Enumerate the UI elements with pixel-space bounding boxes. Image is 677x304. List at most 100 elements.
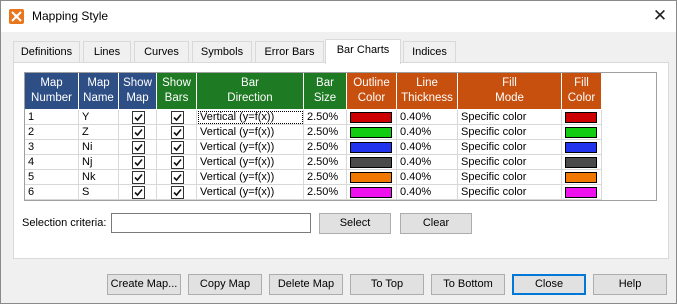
cell-map-name[interactable]: Y	[79, 110, 119, 125]
cell-bar-size[interactable]: 2.50%	[304, 185, 347, 200]
show-bars-cell[interactable]	[157, 110, 197, 125]
show-bars-cell[interactable]	[157, 185, 197, 200]
show-map-checkbox[interactable]	[132, 111, 145, 124]
cell-bar-direction[interactable]: Vertical (y=f(x))	[197, 140, 304, 155]
to-bottom-button[interactable]: To Bottom	[431, 274, 505, 295]
table-row[interactable]: 2 Z Vertical (y=f(x)) 2.50% 0.40% Specific co…	[25, 125, 656, 140]
cell-bar-direction[interactable]: Vertical (y=f(x))	[197, 185, 304, 200]
fill-color-swatch[interactable]	[565, 127, 597, 138]
cell-map-number[interactable]: 2	[25, 125, 79, 140]
show-map-cell[interactable]	[119, 170, 157, 185]
fill-color-swatch[interactable]	[565, 157, 597, 168]
fill-color-swatch[interactable]	[565, 112, 597, 123]
cell-map-name[interactable]: Z	[79, 125, 119, 140]
show-bars-checkbox[interactable]	[171, 111, 184, 124]
outline-color-swatch[interactable]	[350, 142, 392, 153]
outline-color-swatch[interactable]	[350, 127, 392, 138]
create-map-button[interactable]: Create Map...	[107, 274, 181, 295]
show-map-checkbox[interactable]	[132, 156, 145, 169]
tab-error-bars[interactable]: Error Bars	[255, 41, 324, 63]
cell-map-number[interactable]: 3	[25, 140, 79, 155]
cell-map-number[interactable]: 5	[25, 170, 79, 185]
outline-color-swatch[interactable]	[350, 187, 392, 198]
show-map-cell[interactable]	[119, 185, 157, 200]
show-bars-cell[interactable]	[157, 125, 197, 140]
fill-color-swatch[interactable]	[565, 142, 597, 153]
header-fill-color[interactable]: Fill Color	[562, 73, 602, 109]
show-map-checkbox[interactable]	[132, 186, 145, 199]
header-bar-size[interactable]: Bar Size	[304, 73, 347, 109]
cell-bar-size[interactable]: 2.50%	[304, 155, 347, 170]
cell-map-number[interactable]: 1	[25, 110, 79, 125]
tab-indices[interactable]: Indices	[403, 41, 456, 63]
cell-line-thickness[interactable]: 0.40%	[397, 125, 458, 140]
cell-line-thickness[interactable]: 0.40%	[397, 170, 458, 185]
fill-color-cell[interactable]	[562, 185, 602, 200]
show-map-cell[interactable]	[119, 125, 157, 140]
cell-fill-mode[interactable]: Specific color	[458, 170, 562, 185]
tab-lines[interactable]: Lines	[83, 41, 131, 63]
outline-color-cell[interactable]	[347, 185, 397, 200]
show-bars-cell[interactable]	[157, 155, 197, 170]
show-map-checkbox[interactable]	[132, 126, 145, 139]
cell-map-name[interactable]: Nj	[79, 155, 119, 170]
close-button[interactable]: Close	[512, 274, 586, 295]
cell-bar-direction[interactable]: Vertical (y=f(x))	[197, 125, 304, 140]
show-bars-checkbox[interactable]	[171, 186, 184, 199]
tab-bar-charts[interactable]: Bar Charts	[325, 39, 401, 64]
cell-bar-direction[interactable]: Vertical (y=f(x))	[197, 170, 304, 185]
to-top-button[interactable]: To Top	[350, 274, 424, 295]
cell-fill-mode[interactable]: Specific color	[458, 155, 562, 170]
fill-color-swatch[interactable]	[565, 172, 597, 183]
selection-criteria-input[interactable]	[111, 213, 311, 233]
cell-bar-size[interactable]: 2.50%	[304, 140, 347, 155]
cell-fill-mode[interactable]: Specific color	[458, 125, 562, 140]
cell-bar-size[interactable]: 2.50%	[304, 110, 347, 125]
fill-color-swatch[interactable]	[565, 187, 597, 198]
fill-color-cell[interactable]	[562, 155, 602, 170]
delete-map-button[interactable]: Delete Map	[269, 274, 343, 295]
show-bars-cell[interactable]	[157, 170, 197, 185]
cell-fill-mode[interactable]: Specific color	[458, 140, 562, 155]
cell-fill-mode[interactable]: Specific color	[458, 185, 562, 200]
header-outline-color[interactable]: Outline Color	[347, 73, 397, 109]
show-map-cell[interactable]	[119, 155, 157, 170]
tab-definitions[interactable]: Definitions	[13, 41, 80, 63]
outline-color-cell[interactable]	[347, 125, 397, 140]
tab-symbols[interactable]: Symbols	[192, 41, 252, 63]
cell-bar-size[interactable]: 2.50%	[304, 125, 347, 140]
show-bars-checkbox[interactable]	[171, 126, 184, 139]
outline-color-cell[interactable]	[347, 170, 397, 185]
cell-map-name[interactable]: S	[79, 185, 119, 200]
cell-bar-size[interactable]: 2.50%	[304, 170, 347, 185]
header-line-thickness[interactable]: Line Thickness	[397, 73, 458, 109]
fill-color-cell[interactable]	[562, 125, 602, 140]
fill-color-cell[interactable]	[562, 140, 602, 155]
outline-color-swatch[interactable]	[350, 157, 392, 168]
help-button[interactable]: Help	[593, 274, 667, 295]
cell-fill-mode[interactable]: Specific color	[458, 110, 562, 125]
header-map-number[interactable]: Map Number	[25, 73, 79, 109]
show-bars-cell[interactable]	[157, 140, 197, 155]
fill-color-cell[interactable]	[562, 170, 602, 185]
outline-color-swatch[interactable]	[350, 172, 392, 183]
cell-bar-direction[interactable]: Vertical (y=f(x))	[197, 110, 304, 125]
mapping-grid[interactable]: Map Number Map Name Show Map Show Bars Bar Di…	[24, 72, 657, 201]
tab-curves[interactable]: Curves	[134, 41, 189, 63]
show-bars-checkbox[interactable]	[171, 171, 184, 184]
header-map-name[interactable]: Map Name	[79, 73, 119, 109]
cell-line-thickness[interactable]: 0.40%	[397, 110, 458, 125]
outline-color-swatch[interactable]	[350, 112, 392, 123]
table-row[interactable]: 1 Y Vertical (y=f(x)) 2.50% 0.40% Specific co…	[25, 110, 656, 125]
cell-map-name[interactable]: Nk	[79, 170, 119, 185]
cell-map-name[interactable]: Ni	[79, 140, 119, 155]
show-map-checkbox[interactable]	[132, 171, 145, 184]
table-row[interactable]: 3 Ni Vertical (y=f(x)) 2.50% 0.40% Specific c…	[25, 140, 656, 155]
select-button[interactable]: Select	[319, 213, 391, 234]
copy-map-button[interactable]: Copy Map	[188, 274, 262, 295]
show-map-cell[interactable]	[119, 140, 157, 155]
fill-color-cell[interactable]	[562, 110, 602, 125]
table-row[interactable]: 6 S Vertical (y=f(x)) 2.50% 0.40% Specific co…	[25, 185, 656, 200]
header-fill-mode[interactable]: Fill Mode	[458, 73, 562, 109]
table-row[interactable]: 5 Nk Vertical (y=f(x)) 2.50% 0.40% Specific c…	[25, 170, 656, 185]
